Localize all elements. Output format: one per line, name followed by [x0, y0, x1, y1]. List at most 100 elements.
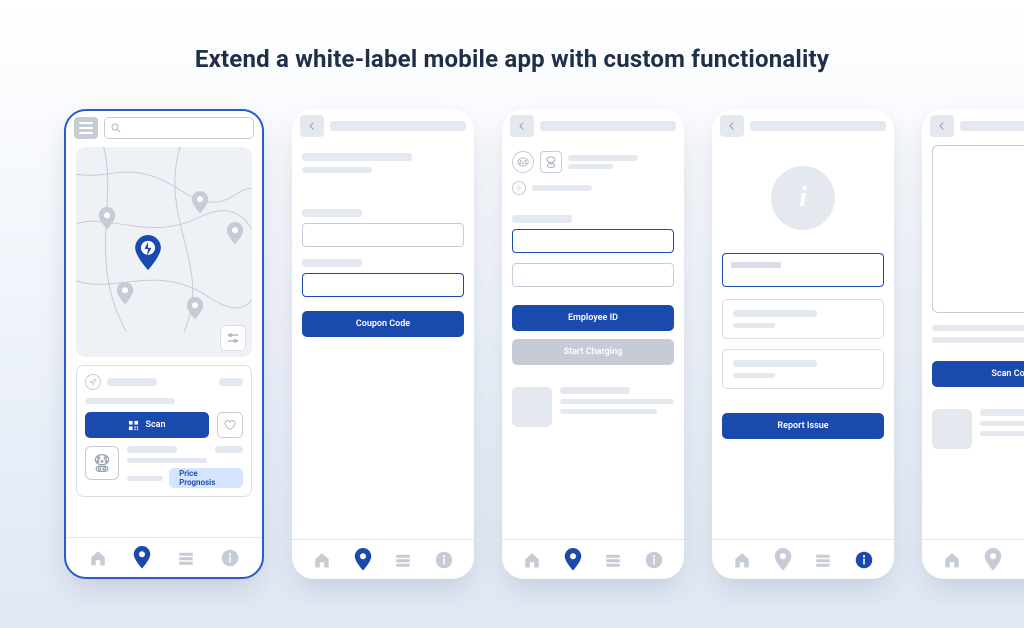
tab-map[interactable]: [774, 551, 792, 569]
qr-icon: [128, 420, 139, 431]
phone-screen-scan: Scan Code: [922, 109, 1024, 579]
price-prognosis-button[interactable]: Price Prognosis: [169, 468, 243, 488]
scan-button-label: Scan: [145, 420, 165, 430]
skeleton-text: [980, 421, 1024, 426]
info-icon-glyph: i: [799, 182, 807, 214]
hamburger-icon[interactable]: [74, 117, 98, 139]
map-controls-button[interactable]: [220, 325, 246, 351]
skeleton-text: [107, 378, 157, 386]
scan-code-button[interactable]: Scan Code: [932, 361, 1024, 387]
tab-map[interactable]: [133, 549, 151, 567]
thumbnail: [932, 409, 972, 449]
tab-list[interactable]: [394, 551, 412, 569]
scan-button[interactable]: Scan: [85, 412, 209, 438]
skeleton-text: [127, 476, 163, 481]
start-charging-button[interactable]: Start Charging: [512, 339, 674, 365]
chevron-left-icon: [307, 121, 317, 131]
back-button[interactable]: [930, 115, 954, 137]
chevron-left-icon: [727, 121, 737, 131]
skeleton-text: [127, 458, 207, 463]
tab-home[interactable]: [943, 551, 961, 569]
map-pin[interactable]: [98, 207, 116, 229]
skeleton-text: [302, 167, 372, 173]
bottom-tabbar: [922, 539, 1024, 579]
tab-home[interactable]: [313, 551, 331, 569]
tab-map[interactable]: [564, 551, 582, 569]
skeleton-text: [960, 121, 1024, 131]
skeleton-text: [330, 121, 466, 131]
employee-id-button[interactable]: Employee ID: [512, 305, 674, 331]
skeleton-text: [215, 446, 243, 453]
thumbnail: [512, 387, 552, 427]
info-icon: i: [771, 166, 835, 230]
map-pin-selected[interactable]: [134, 235, 162, 269]
type2-plug-icon: [512, 151, 534, 173]
issue-type-input[interactable]: [722, 253, 884, 287]
phone-screen-map: Scan Price Prognosis: [64, 109, 264, 579]
tab-home[interactable]: [89, 549, 107, 567]
skeleton-text: [980, 431, 1024, 436]
favorite-button[interactable]: [217, 412, 243, 438]
skeleton-text: [560, 387, 630, 394]
phone-screen-coupon: Coupon Code: [292, 109, 474, 579]
map-pin[interactable]: [226, 222, 244, 244]
employee-id-input[interactable]: [512, 229, 674, 253]
topbar: [712, 109, 894, 143]
back-button[interactable]: [300, 115, 324, 137]
start-charging-label: Start Charging: [564, 347, 623, 357]
chevron-left-icon: [937, 121, 947, 131]
ccs-plug-icon: [85, 446, 119, 480]
report-issue-button[interactable]: Report Issue: [722, 413, 884, 439]
selected-input[interactable]: [302, 273, 464, 297]
text-input[interactable]: [512, 263, 674, 287]
skeleton-text: [568, 155, 638, 161]
tab-home[interactable]: [523, 551, 541, 569]
topbar: [502, 109, 684, 143]
skeleton-text: [980, 409, 1024, 416]
employee-id-label: Employee ID: [568, 313, 618, 323]
skeleton-text: [127, 446, 177, 453]
bottom-tabbar: [292, 539, 474, 579]
section-label: [512, 215, 572, 223]
map-pin[interactable]: [191, 191, 209, 213]
skeleton-text: [733, 323, 775, 328]
bolt-icon: [512, 181, 526, 195]
sliders-icon: [226, 331, 240, 345]
coupon-code-button[interactable]: Coupon Code: [302, 311, 464, 337]
skeleton-text: [302, 153, 412, 161]
tab-map[interactable]: [984, 551, 1002, 569]
issue-details-card[interactable]: [722, 299, 884, 339]
info-hero: i: [722, 143, 884, 253]
coupon-code-input[interactable]: [302, 223, 464, 247]
bottom-tabbar: [66, 537, 262, 577]
skeleton-text: [932, 325, 1024, 331]
tab-list[interactable]: [814, 551, 832, 569]
topbar: [66, 111, 262, 145]
phones-row: Scan Price Prognosis: [64, 109, 1024, 609]
scan-viewfinder[interactable]: [932, 145, 1024, 313]
tab-list[interactable]: [604, 551, 622, 569]
tab-info[interactable]: [645, 551, 663, 569]
tab-info[interactable]: [221, 549, 239, 567]
magnifier-icon: [110, 122, 122, 134]
back-button[interactable]: [720, 115, 744, 137]
station-header: [85, 374, 243, 390]
tab-info[interactable]: [855, 551, 873, 569]
tab-list[interactable]: [177, 549, 195, 567]
map-view[interactable]: [76, 147, 252, 357]
issue-details-card[interactable]: [722, 349, 884, 389]
search-input[interactable]: [104, 117, 254, 139]
tab-info[interactable]: [435, 551, 453, 569]
tab-map[interactable]: [354, 551, 372, 569]
skeleton-text: [568, 164, 613, 169]
map-pin[interactable]: [186, 297, 204, 319]
skeleton-text: [733, 310, 817, 317]
tab-home[interactable]: [733, 551, 751, 569]
phone-screen-report: i Report Issue: [712, 109, 894, 579]
skeleton-text: [750, 121, 886, 131]
map-pin[interactable]: [116, 282, 134, 304]
skeleton-text: [560, 399, 674, 404]
back-button[interactable]: [510, 115, 534, 137]
skeleton-text: [540, 121, 676, 131]
bottom-tabbar: [712, 539, 894, 579]
